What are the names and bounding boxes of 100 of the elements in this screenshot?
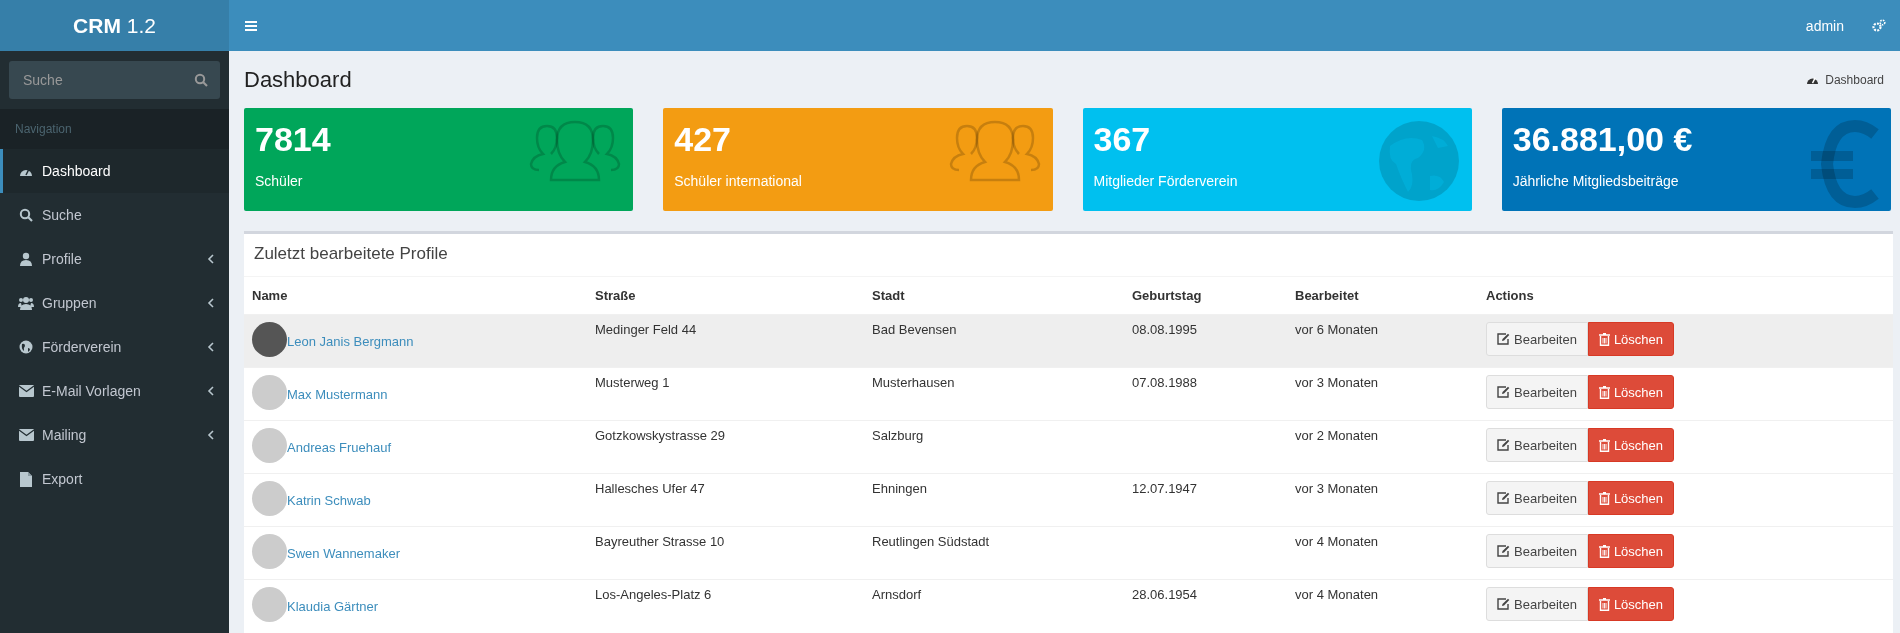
settings-icon[interactable] (1872, 19, 1886, 32)
table-cell: vor 4 Monaten (1287, 526, 1478, 580)
delete-button[interactable]: Löschen (1587, 375, 1675, 409)
table-cell: Gotzkowskystrasse 29 (587, 420, 864, 474)
nav-section-header: Navigation (0, 109, 229, 149)
trash-icon[interactable] (1598, 438, 1610, 452)
table-cell: vor 3 Monaten (1287, 367, 1478, 421)
table-cell: Bayreuther Strasse 10 (587, 526, 864, 580)
edit-icon[interactable] (1497, 439, 1510, 451)
profile-link[interactable]: Klaudia Gärtner (287, 595, 379, 614)
edit-button[interactable]: Bearbeiten (1486, 322, 1588, 356)
delete-button[interactable]: Löschen (1587, 534, 1675, 568)
search-icon[interactable] (194, 73, 208, 87)
edit-button[interactable]: Bearbeiten (1486, 428, 1588, 462)
edit-icon[interactable] (1497, 598, 1510, 610)
nav-item[interactable]: Suche (0, 193, 229, 237)
nav-item[interactable]: Profile (0, 237, 229, 281)
delete-button[interactable]: Löschen (1587, 481, 1675, 515)
table-row[interactable]: Leon Janis Bergmann Medinger Feld 44 Bad Bevensen 08.08.1995 vor 6 Monaten Bearbeiten Löschen (244, 314, 1893, 368)
profile-link[interactable]: Max Mustermann (287, 383, 388, 402)
stat-label: Schüler (255, 173, 304, 189)
menu-icon[interactable] (245, 20, 257, 31)
stat-value: 367 (1093, 120, 1151, 159)
globe-icon (1377, 120, 1460, 202)
table-cell: Los-Angeles-Platz 6 (587, 579, 864, 632)
profile-link[interactable]: Andreas Fruehauf (287, 436, 392, 455)
table-cell: 12.07.1947 (1124, 473, 1287, 527)
nav-item[interactable]: Dashboard (0, 149, 229, 193)
nav-label: Suche (42, 207, 83, 223)
app-logo[interactable]: CRM 1.2 (0, 0, 229, 51)
table-cell: Medinger Feld 44 (587, 314, 864, 368)
column-header: Bearbeitet (1287, 277, 1478, 315)
breadcrumb-link[interactable]: Dashboard (1825, 72, 1884, 87)
page-title: Dashboard (244, 66, 352, 93)
table-row[interactable]: Andreas Fruehauf Gotzkowskystrasse 29 Salzburg vor 2 Monaten Bearbeiten Löschen (244, 420, 1893, 474)
table-cell: 08.08.1995 (1124, 314, 1287, 368)
table-cell: 28.06.1954 (1124, 579, 1287, 632)
profile-link[interactable]: Katrin Schwab (287, 489, 371, 508)
table-cell: 07.08.1988 (1124, 367, 1287, 421)
search-field[interactable]: Suche (9, 61, 220, 99)
table-cell: vor 6 Monaten (1287, 314, 1478, 368)
nav-item[interactable]: Export (0, 457, 229, 501)
delete-button[interactable]: Löschen (1587, 587, 1675, 621)
edit-icon[interactable] (1497, 545, 1510, 557)
table-cell: vor 2 Monaten (1287, 420, 1478, 474)
trash-icon[interactable] (1598, 332, 1610, 346)
table-cell: Ehningen (864, 473, 1124, 527)
column-header: Geburtstag (1124, 277, 1287, 315)
group-icon (18, 296, 34, 310)
profile-link[interactable]: Swen Wannemaker (287, 542, 400, 561)
column-header: Stadt (864, 277, 1124, 315)
nav-label: Mailing (42, 427, 88, 443)
trash-icon[interactable] (1598, 385, 1610, 399)
edit-icon[interactable] (1497, 492, 1510, 504)
delete-button[interactable]: Löschen (1587, 322, 1675, 356)
edit-button[interactable]: Bearbeiten (1486, 375, 1588, 409)
trash-icon[interactable] (1598, 597, 1610, 611)
column-header: Actions (1478, 277, 1893, 315)
search-input[interactable]: Suche (21, 71, 194, 89)
envelope-icon (18, 429, 34, 441)
stat-value: 36.881,00 € (1512, 120, 1693, 159)
trash-icon[interactable] (1598, 491, 1610, 505)
user-icon (20, 252, 32, 266)
users-icon (948, 120, 1041, 182)
stat-value: 427 (674, 120, 731, 159)
table-cell: Musterweg 1 (587, 367, 864, 421)
table-row[interactable]: Max Mustermann Musterweg 1 Musterhausen 07.08.1988 vor 3 Monaten Bearbeiten Löschen (244, 367, 1893, 421)
envelope-icon (18, 385, 34, 397)
nav-item[interactable]: E-Mail Vorlagen (0, 369, 229, 413)
nav-label: Dashboard (42, 163, 112, 179)
table-cell: Musterhausen (864, 367, 1124, 421)
edit-icon[interactable] (1497, 333, 1510, 345)
table-cell: Bad Bevensen (864, 314, 1124, 368)
trash-icon[interactable] (1598, 544, 1610, 558)
document-icon (20, 471, 32, 487)
table-cell: Salzburg (864, 420, 1124, 474)
user-menu[interactable]: admin (1805, 17, 1844, 34)
table-cell: Arnsdorf (864, 579, 1124, 632)
edit-icon[interactable] (1497, 386, 1510, 398)
table-cell: vor 3 Monaten (1287, 473, 1478, 527)
edit-button[interactable]: Bearbeiten (1486, 481, 1588, 515)
delete-button[interactable]: Löschen (1587, 428, 1675, 462)
nav-label: Profile (42, 251, 83, 267)
column-header: Name (244, 277, 587, 315)
users-icon (529, 120, 622, 182)
search-icon (19, 208, 33, 222)
nav-item[interactable]: Gruppen (0, 281, 229, 325)
column-header: Straße (587, 277, 864, 315)
nav-item[interactable]: Förderverein (0, 325, 229, 369)
stat-label: Schüler international (674, 173, 803, 189)
table-cell: Hallesches Ufer 47 (587, 473, 864, 527)
table-row[interactable]: Katrin Schwab Hallesches Ufer 47 Ehningen 12.07.1947 vor 3 Monaten Bearbeiten Löschen (244, 473, 1893, 527)
edit-button[interactable]: Bearbeiten (1486, 587, 1588, 621)
stat-value: 7814 (255, 120, 331, 159)
edit-button[interactable]: Bearbeiten (1486, 534, 1588, 568)
nav-label: Gruppen (42, 295, 98, 311)
table-cell: vor 4 Monaten (1287, 579, 1478, 632)
nav-item[interactable]: Mailing (0, 413, 229, 457)
nav-label: Export (42, 471, 84, 487)
table-row[interactable]: Swen Wannemaker Bayreuther Strasse 10 Reutlingen Südstadt vor 4 Monaten Bearbeiten Löschen (244, 526, 1893, 580)
